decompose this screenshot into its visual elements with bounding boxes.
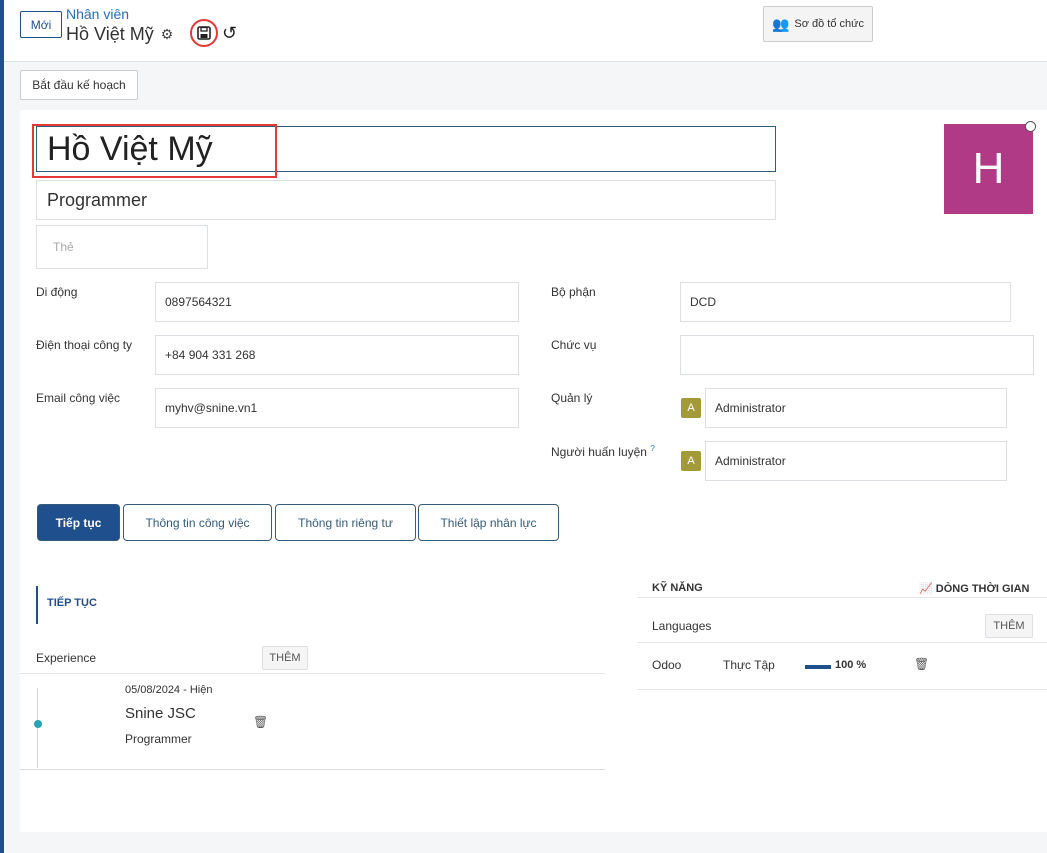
form-sheet: Hồ Việt Mỹ Programmer Thẻ H Di động 0897… xyxy=(20,110,1047,832)
breadcrumb-current: Hồ Việt Mỹ xyxy=(66,24,154,44)
skill-group-row: Languages THÊM xyxy=(637,599,1047,643)
job-position-label: Chức vụ xyxy=(551,338,597,352)
skills-header: KỸ NĂNG 📈 DÒNG THỜI GIAN xyxy=(637,570,1047,598)
job-position-field[interactable] xyxy=(680,335,1034,375)
org-chart-button[interactable]: 👥 Sơ đồ tổ chức xyxy=(763,6,873,42)
job-title-input[interactable]: Programmer xyxy=(36,180,776,220)
line-chart-icon: 📈 xyxy=(919,583,933,595)
timeline-dot xyxy=(34,720,42,728)
save-icon[interactable] xyxy=(190,19,218,47)
breadcrumb-parent[interactable]: Nhân viên xyxy=(66,6,129,22)
tab-work-info[interactable]: Thông tin công việc xyxy=(123,504,272,541)
trash-icon[interactable]: 🗑 xyxy=(253,715,268,729)
undo-icon[interactable]: ↺ xyxy=(222,24,237,42)
presence-status-icon xyxy=(1025,121,1036,132)
manager-avatar-badge: A xyxy=(681,398,701,418)
resume-section-title: TIẾP TỤC xyxy=(47,597,97,609)
control-panel: Mới Nhân viên Hồ Việt Mỹ ⚙ ↺ 👥 Sơ đồ tổ … xyxy=(4,0,1047,62)
skill-progress-text: 100 % xyxy=(835,659,867,671)
skills-divider xyxy=(637,689,1047,690)
avatar[interactable]: H xyxy=(944,124,1033,214)
experience-header-row: Experience THÊM xyxy=(20,642,605,674)
timeline-line xyxy=(37,688,38,768)
coach-field[interactable]: Administrator xyxy=(705,441,1007,481)
work-email-label: Email công việc xyxy=(36,391,121,405)
trash-icon[interactable]: 🗑 xyxy=(914,657,929,671)
coach-avatar-badge: A xyxy=(681,451,701,471)
skill-name: Odoo xyxy=(652,658,682,672)
coach-label: Người huấn luyện ? xyxy=(551,444,655,459)
resume-item-company: Snine JSC xyxy=(125,705,196,722)
tags-input[interactable]: Thẻ xyxy=(36,225,208,269)
work-email-field[interactable]: myhv@snine.vn1 xyxy=(155,388,519,428)
list-item[interactable]: 05/08/2024 - Hiện Snine JSC Programmer 🗑 xyxy=(20,677,605,770)
skill-level: Thực Tập xyxy=(723,658,775,672)
manager-label: Quản lý xyxy=(551,391,593,405)
start-plan-button[interactable]: Bắt đầu kế hoạch xyxy=(20,70,138,100)
tab-hr-settings[interactable]: Thiết lập nhân lực xyxy=(418,504,559,541)
help-icon[interactable]: ? xyxy=(650,444,654,453)
department-field[interactable]: DCD xyxy=(680,282,1011,322)
new-button[interactable]: Mới xyxy=(20,11,62,38)
add-experience-button[interactable]: THÊM xyxy=(262,646,308,670)
add-skill-button[interactable]: THÊM xyxy=(985,614,1033,638)
skill-progress-bar xyxy=(805,665,831,669)
department-label: Bộ phận xyxy=(551,285,596,299)
work-phone-label: Điện thoại công ty xyxy=(36,338,133,352)
experience-label: Experience xyxy=(36,651,97,665)
users-icon: 👥 xyxy=(771,15,790,32)
skill-group-label: Languages xyxy=(652,619,712,633)
gear-icon[interactable]: ⚙ xyxy=(159,26,175,42)
mobile-field[interactable]: 0897564321 xyxy=(155,282,519,322)
employee-name-input[interactable]: Hồ Việt Mỹ xyxy=(36,126,776,172)
timeline-toggle[interactable]: 📈 DÒNG THỜI GIAN xyxy=(919,582,1029,595)
table-row[interactable]: Odoo Thực Tập 100 % 🗑 xyxy=(637,644,1047,684)
resume-item-dates: 05/08/2024 - Hiện xyxy=(125,684,213,696)
left-accent-bar xyxy=(0,0,4,853)
org-chart-label: Sơ đồ tổ chức xyxy=(794,18,865,30)
section-marker xyxy=(36,586,38,624)
skills-title: KỸ NĂNG xyxy=(652,582,703,594)
mobile-label: Di động xyxy=(36,285,78,299)
work-phone-field[interactable]: +84 904 331 268 xyxy=(155,335,519,375)
resume-item-role: Programmer xyxy=(125,732,192,746)
tab-resume[interactable]: Tiếp tục xyxy=(37,504,120,541)
manager-field[interactable]: Administrator xyxy=(705,388,1007,428)
tab-private-info[interactable]: Thông tin riêng tư xyxy=(275,504,416,541)
